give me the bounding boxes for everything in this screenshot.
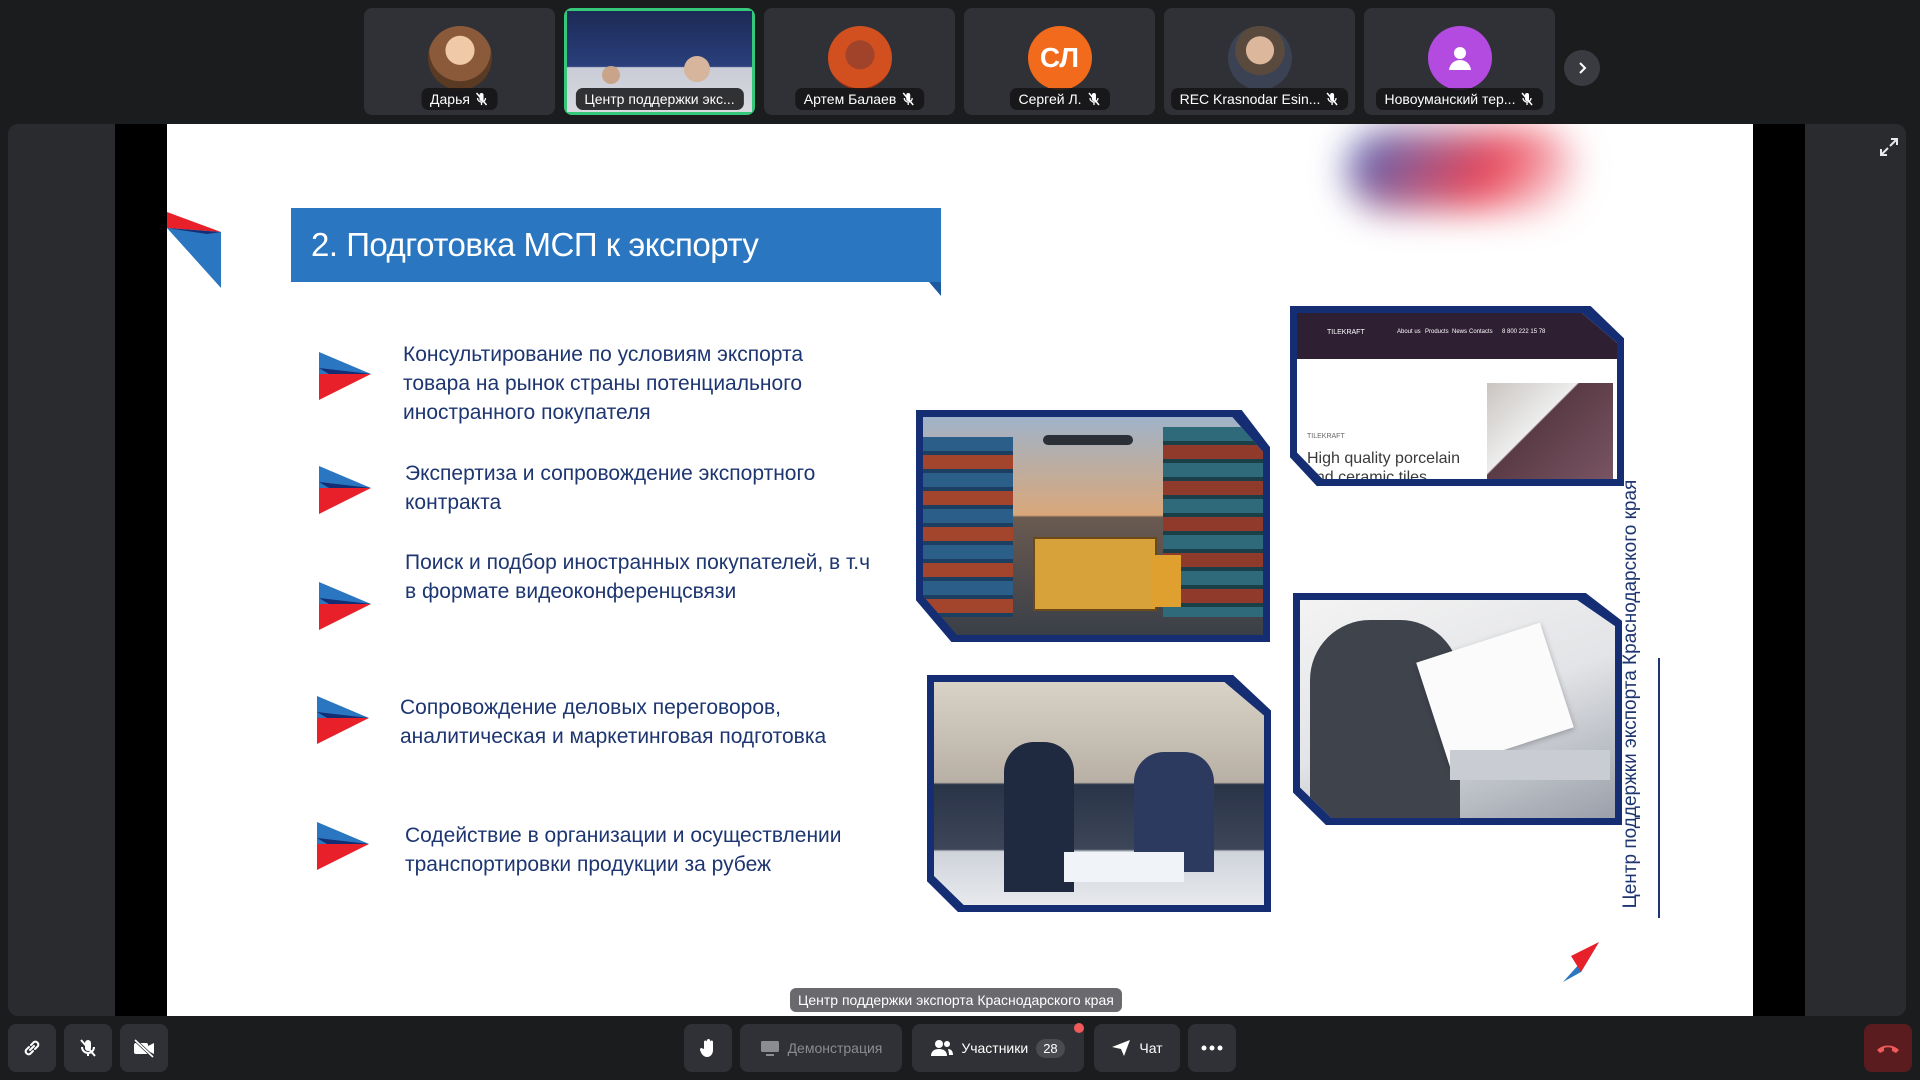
photo-woman-documents: [1293, 593, 1622, 825]
expand-icon[interactable]: [1876, 134, 1902, 160]
slide-vertical-caption: Центр поддержки экспорта Краснодарского …: [1620, 479, 1641, 909]
bullet-flag-icon: [319, 582, 371, 630]
participant-avatar: [1227, 26, 1292, 90]
flag-swoosh-decoration: [1347, 130, 1577, 210]
hang-up-icon: [1877, 1045, 1899, 1053]
chat-button[interactable]: Чат: [1094, 1024, 1180, 1072]
website-header: TILEKRAFT About us Products News Contact…: [1297, 313, 1617, 359]
bullet-text: Поиск и подбор иностранных покупателей, …: [405, 551, 871, 603]
participant-tile-darya[interactable]: Дарья: [364, 8, 555, 115]
chevron-right-icon: [1579, 62, 1587, 74]
bullet-text: Консультирование по условиям экспорта то…: [403, 343, 804, 424]
website-headline: High quality porcelain and ceramic tiles: [1307, 450, 1460, 479]
bullet-text: Экспертиза и сопровождение экспортного к…: [405, 462, 816, 514]
people-icon: [931, 1040, 954, 1056]
participants-label: Участники: [961, 1040, 1029, 1056]
notification-dot: [1074, 1023, 1084, 1033]
airplane: [1043, 435, 1133, 445]
website-nav-item: News: [1452, 329, 1468, 335]
photo-cargo-logistics: [916, 410, 1270, 642]
website-tile-image: [1487, 383, 1613, 479]
mic-off-icon: [902, 92, 914, 106]
participant-avatar: СЛ: [1027, 26, 1092, 90]
participant-name: Сергей Л.: [1018, 91, 1082, 107]
website-nav-item: Contacts: [1469, 329, 1493, 335]
laptop: [1450, 750, 1610, 780]
screen-share-button[interactable]: Демонстрация: [740, 1024, 902, 1072]
logo-icon: [1563, 942, 1599, 982]
mic-off-icon: [80, 1039, 96, 1057]
more-options-button[interactable]: [1188, 1024, 1236, 1072]
participant-tile-novoumansky[interactable]: Новоуманский тер...: [1364, 8, 1555, 115]
participant-avatar: [427, 26, 492, 90]
title-bar-tail: [929, 282, 941, 296]
participant-name: REC Krasnodar Esin...: [1179, 91, 1321, 107]
chat-label: Чат: [1139, 1040, 1163, 1056]
vertical-divider: [1658, 658, 1660, 918]
website-phone: 8 800 222 15 78: [1502, 329, 1546, 335]
video-person: [684, 56, 710, 82]
website-tag: TILEKRAFT: [1307, 433, 1345, 440]
microphone-toggle-button[interactable]: [64, 1024, 112, 1072]
participants-button[interactable]: Участники 28: [912, 1024, 1084, 1072]
participant-tile-artem[interactable]: Артем Балаев: [764, 8, 955, 115]
website-nav-item: About us: [1397, 329, 1421, 335]
camera-off-icon: [133, 1038, 155, 1059]
user-icon: [1448, 47, 1471, 70]
brochures: [1064, 852, 1184, 882]
participant-avatar: [1427, 26, 1492, 90]
link-icon: [24, 1040, 40, 1056]
photo-business-meeting: [927, 675, 1271, 912]
bullet-flag-icon: [317, 696, 369, 744]
participant-tile-sergey[interactable]: СЛ Сергей Л.: [964, 8, 1155, 115]
leave-call-button[interactable]: [1864, 1024, 1912, 1072]
participant-avatar: [827, 26, 892, 90]
bullet-flag-icon: [319, 466, 371, 514]
screen-share-source-label: Центр поддержки экспорта Краснодарского …: [790, 988, 1122, 1012]
truck: [1033, 537, 1157, 611]
bullet-flag-icon: [319, 352, 371, 400]
mic-off-icon: [476, 92, 488, 106]
participant-tile-export-center[interactable]: Центр поддержки экс...: [564, 8, 755, 115]
mic-off-icon: [1087, 92, 1100, 106]
bullet-flag-icon: [317, 822, 369, 870]
participant-name: Новоуманский тер...: [1384, 91, 1516, 107]
participant-name: Артем Балаев: [803, 91, 897, 107]
slide-title: 2. Подготовка МСП к экспорту: [311, 226, 759, 263]
mic-off-icon: [1521, 92, 1534, 106]
participant-name: Дарья: [430, 91, 470, 107]
bullet-text: Содействие в организации и осуществлении…: [405, 824, 842, 876]
corner-flag-decoration: [167, 212, 221, 288]
participant-name: Центр поддержки экс...: [584, 91, 735, 107]
participants-count-badge: 28: [1036, 1038, 1065, 1058]
bullet-text: Сопровождение деловых переговоров, анали…: [400, 696, 827, 748]
mic-off-icon: [1326, 92, 1338, 106]
more-icon: [1201, 1045, 1223, 1051]
container-stack-left: [923, 437, 1013, 617]
website-brand: TILEKRAFT: [1327, 329, 1365, 336]
monitor-icon: [760, 1041, 779, 1056]
strip-next-button[interactable]: [1564, 50, 1600, 86]
slide-title-bar: 2. Подготовка МСП к экспорту: [291, 208, 941, 282]
send-icon: [1112, 1040, 1131, 1056]
participant-tile-rec-krasnodar[interactable]: REC Krasnodar Esin...: [1164, 8, 1355, 115]
truck-cab: [1151, 555, 1181, 607]
camera-toggle-button[interactable]: [120, 1024, 168, 1072]
raise-hand-button[interactable]: [684, 1024, 732, 1072]
video-person: [602, 66, 620, 84]
copy-link-button[interactable]: [8, 1024, 56, 1072]
screen-share-label: Демонстрация: [787, 1040, 883, 1056]
website-nav-item: Products: [1425, 329, 1449, 335]
hand-icon: [699, 1039, 713, 1057]
presentation-slide: 2. Подготовка МСП к экспорту Консультиро…: [167, 124, 1753, 1016]
photo-website-screenshot: TILEKRAFT About us Products News Contact…: [1290, 306, 1624, 486]
